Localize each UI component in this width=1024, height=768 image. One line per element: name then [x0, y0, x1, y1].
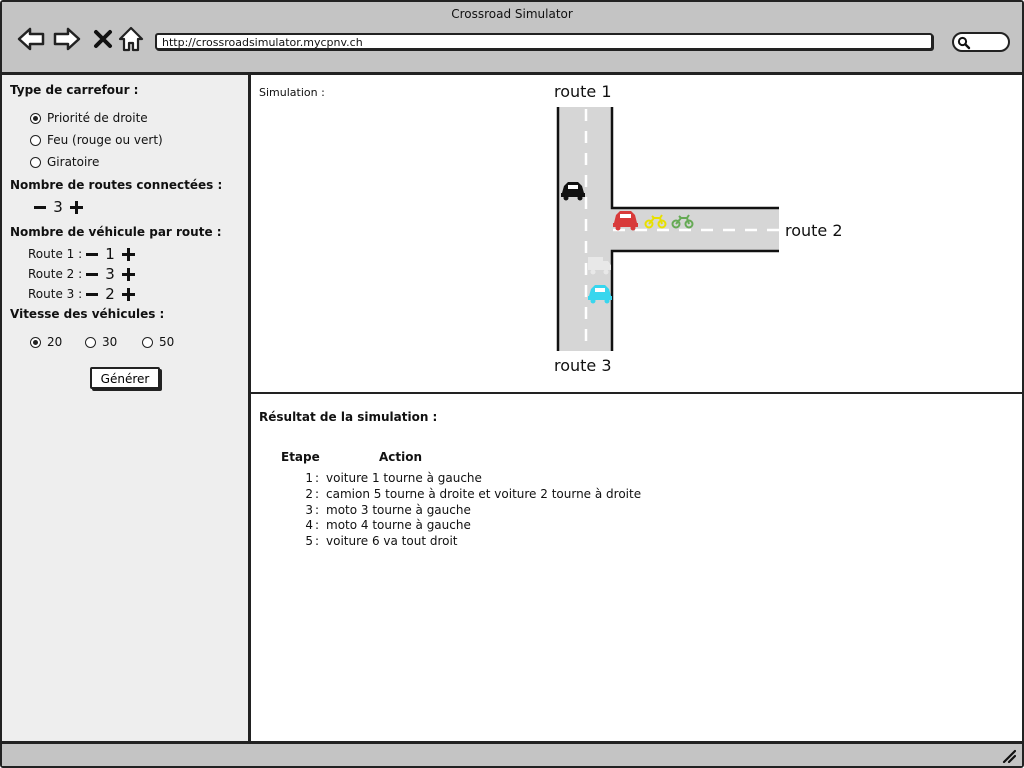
back-button[interactable] — [16, 24, 46, 54]
window-title: Crossroad Simulator — [451, 7, 573, 21]
speed-option-50[interactable]: 50 — [142, 335, 174, 349]
step-separator: : — [315, 503, 320, 517]
radio-icon — [30, 156, 41, 168]
route-label: Route 3 : — [28, 287, 83, 301]
url-field[interactable]: http://crossroadsimulator.mycpnv.ch — [155, 33, 933, 50]
radio-icon — [142, 336, 153, 348]
home-button[interactable] — [116, 24, 146, 54]
road-edge — [610, 249, 779, 351]
step-number: 1 — [305, 471, 313, 485]
speed-heading: Vitesse des véhicules : — [10, 307, 165, 321]
speed-option-20[interactable]: 20 — [30, 335, 62, 349]
route-vehicle-count: 2 — [105, 285, 115, 303]
route-label: Route 2 : — [28, 267, 83, 281]
step-action: voiture 6 va tout droit — [326, 534, 458, 548]
step-action: moto 4 tourne à gauche — [326, 518, 471, 532]
connected-roads-heading: Nombre de routes connectées : — [10, 178, 223, 192]
route-vehicle-count: 3 — [105, 265, 115, 283]
generate-button[interactable]: Générer — [90, 367, 160, 389]
stop-button[interactable] — [88, 24, 118, 54]
app-window: Crossroad Simulator http://crossroadsimu… — [0, 0, 1024, 768]
simulation-panel: Simulation : route 1 route 2 route 3 — [251, 75, 1022, 394]
route-3-stepper: Route 3 : 2 — [28, 285, 135, 303]
step-separator: : — [315, 518, 320, 532]
increment-button[interactable] — [122, 287, 135, 301]
route-1-stepper: Route 1 : 1 — [28, 245, 135, 263]
action-column-header: Action — [379, 450, 423, 464]
step-separator: : — [315, 487, 320, 501]
crossroad-type-option-label: Priorité de droite — [47, 111, 148, 125]
step-number: 4 — [305, 518, 313, 532]
decrement-button[interactable] — [86, 292, 98, 296]
speed-option-label: 50 — [159, 335, 175, 349]
forward-button[interactable] — [52, 24, 82, 54]
step-separator: : — [315, 471, 320, 485]
arrow-right-icon — [53, 27, 81, 51]
step-number: 2 — [305, 487, 313, 501]
crossroad-type-option-roundabout[interactable]: Giratoire — [30, 155, 99, 169]
browser-toolbar: Crossroad Simulator http://crossroadsimu… — [2, 2, 1022, 75]
step-number: 3 — [305, 503, 313, 517]
step-action: camion 5 tourne à droite et voiture 2 to… — [326, 487, 642, 501]
step-separator: : — [315, 534, 320, 548]
radio-selected-icon — [30, 336, 41, 348]
connected-roads-stepper: 3 — [34, 198, 83, 216]
results-panel: Résultat de la simulation : Etape Action… — [251, 394, 1022, 741]
resize-grip-icon[interactable] — [1002, 749, 1016, 763]
vehicles-per-road-heading: Nombre de véhicule par route : — [10, 225, 222, 239]
crossroad-type-option-traffic-light[interactable]: Feu (rouge ou vert) — [30, 133, 163, 147]
road-edge — [610, 107, 779, 210]
route-vehicle-count: 1 — [105, 245, 115, 263]
crossroad-diagram — [556, 107, 779, 351]
crossroad-type-option-priority[interactable]: Priorité de droite — [30, 111, 148, 125]
decrement-button[interactable] — [86, 272, 98, 276]
crossroad-type-option-label: Giratoire — [47, 155, 100, 169]
step-column-header: Etape — [281, 450, 320, 464]
search-field[interactable] — [952, 32, 1010, 52]
search-icon — [957, 36, 971, 50]
decrement-button[interactable] — [34, 205, 46, 209]
radio-selected-icon — [30, 112, 41, 124]
radio-icon — [85, 336, 96, 348]
speed-option-label: 30 — [102, 335, 118, 349]
crossroad-type-heading: Type de carrefour : — [10, 83, 139, 97]
close-icon — [94, 30, 112, 48]
crossroad-type-option-label: Feu (rouge ou vert) — [47, 133, 163, 147]
speed-option-30[interactable]: 30 — [85, 335, 117, 349]
radio-icon — [30, 134, 41, 146]
settings-sidebar: Type de carrefour : Priorité de droite F… — [2, 75, 251, 741]
increment-button[interactable] — [122, 267, 135, 281]
step-action: moto 3 tourne à gauche — [326, 503, 471, 517]
step-number: 5 — [305, 534, 313, 548]
speed-option-label: 20 — [47, 335, 63, 349]
route-2-stepper: Route 2 : 3 — [28, 265, 135, 283]
step-action: voiture 1 tourne à gauche — [326, 471, 482, 485]
arrow-left-icon — [17, 27, 45, 51]
increment-button[interactable] — [122, 247, 135, 261]
decrement-button[interactable] — [86, 252, 98, 256]
results-title: Résultat de la simulation : — [259, 410, 438, 424]
connected-roads-value: 3 — [53, 198, 63, 216]
home-icon — [118, 26, 144, 52]
increment-button[interactable] — [70, 200, 83, 214]
status-bar — [2, 741, 1022, 766]
route-label: Route 1 : — [28, 247, 83, 261]
